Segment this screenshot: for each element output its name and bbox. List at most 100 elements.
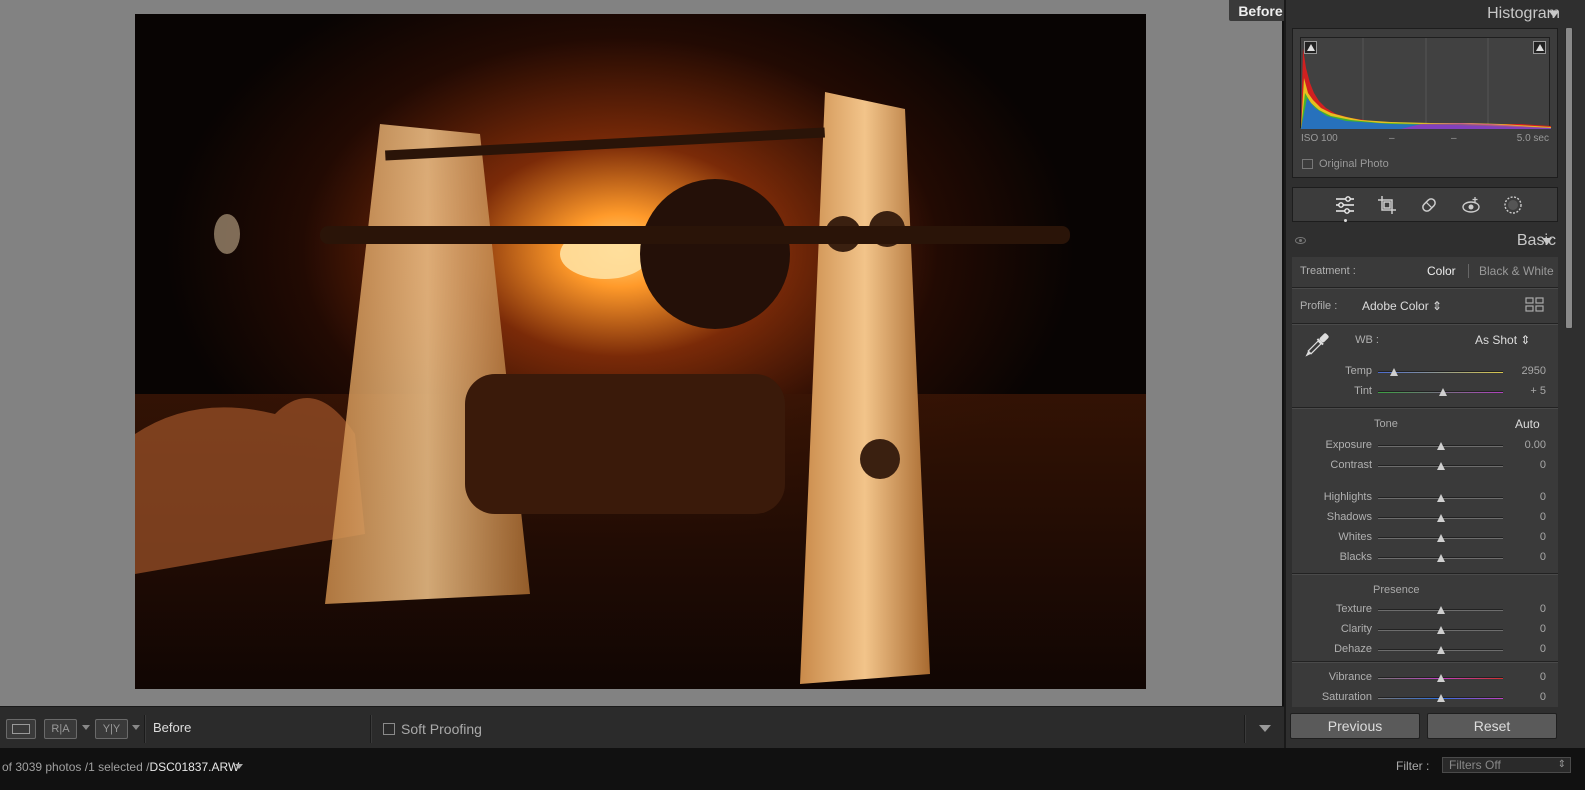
panel-scrollbar[interactable] [1565,28,1573,328]
filmstrip-status-bar: of 3039 photos /1 selected /DSC01837.ARW… [0,748,1585,790]
healing-icon[interactable] [1418,194,1440,216]
filename-menu-chevron-icon[interactable] [235,764,243,769]
contrast-slider[interactable] [1378,462,1503,470]
visibility-eye-icon[interactable] [1295,237,1306,244]
edit-sliders-icon[interactable] [1334,194,1356,216]
highlights-slider-thumb[interactable] [1436,494,1445,502]
divider [1292,661,1558,662]
clarity-slider-thumb[interactable] [1436,626,1445,634]
whites-slider-thumb[interactable] [1436,534,1445,542]
tint-slider[interactable] [1378,388,1503,396]
auto-tone-button[interactable]: Auto [1515,417,1540,431]
chevron-down-icon[interactable] [82,725,90,730]
shadows-value[interactable]: 0 [1506,511,1546,523]
histogram-graph[interactable] [1300,37,1551,129]
wb-label: WB : [1355,334,1379,346]
soft-proofing-checkbox[interactable] [383,723,395,735]
vibrance-value[interactable]: 0 [1506,671,1546,683]
treatment-bw-option[interactable]: Black & White [1479,264,1554,278]
divider [1292,407,1558,408]
profile-browser-icon[interactable] [1525,297,1545,313]
before-after-left-right-button[interactable]: R|A [44,719,77,739]
original-photo-toggle[interactable]: Original Photo [1302,158,1389,170]
previous-button[interactable]: Previous [1290,713,1420,739]
temp-value[interactable]: 2950 [1506,365,1546,377]
contrast-value[interactable]: 0 [1506,459,1546,471]
contrast-label: Contrast [1330,459,1372,471]
texture-value[interactable]: 0 [1506,603,1546,615]
saturation-value[interactable]: 0 [1506,691,1546,703]
saturation-slider-thumb[interactable] [1436,694,1445,702]
select-arrows-icon: ⇕ [1557,759,1566,770]
view-mode-label: Before [153,720,192,735]
loupe-view-button[interactable] [6,719,36,739]
masking-icon[interactable] [1502,194,1524,216]
red-eye-icon[interactable] [1460,194,1482,216]
panel-scrollbar-thumb[interactable] [1566,28,1572,328]
texture-slider[interactable] [1378,606,1503,614]
soft-proofing-toggle[interactable]: Soft Proofing [383,721,482,737]
image-viewport[interactable] [0,0,1282,706]
photo-preview[interactable] [135,14,1146,689]
nav-buttons: Previous Reset [1290,713,1558,741]
dehaze-slider-thumb[interactable] [1436,646,1445,654]
iso-value: ISO 100 [1301,133,1338,144]
exposure-slider[interactable] [1378,442,1503,450]
basic-header[interactable]: Basic [1286,228,1585,254]
blacks-slider[interactable] [1378,554,1503,562]
exposure-value[interactable]: 0.00 [1506,439,1546,451]
texture-slider-thumb[interactable] [1436,606,1445,614]
reset-button[interactable]: Reset [1427,713,1557,739]
collapse-triangle-icon[interactable] [1542,238,1552,245]
tint-slider-thumb[interactable] [1439,388,1447,396]
dehaze-label: Dehaze [1334,643,1372,655]
temp-slider-thumb[interactable] [1390,368,1399,376]
saturation-slider[interactable] [1378,694,1503,702]
soft-proofing-label: Soft Proofing [401,721,482,737]
whites-slider[interactable] [1378,534,1503,542]
blacks-slider-thumb[interactable] [1436,554,1445,562]
filter-select[interactable]: Filters Off ⇕ [1442,757,1571,773]
dehaze-slider[interactable] [1378,646,1503,654]
divider [1292,287,1558,288]
blacks-value[interactable]: 0 [1506,551,1546,563]
shutter-value: 5.0 sec [1516,133,1549,144]
chevron-down-icon[interactable] [132,725,140,730]
original-photo-checkbox[interactable] [1302,159,1313,169]
wb-select[interactable]: As Shot ⇕ [1475,333,1530,347]
before-after-copy-button[interactable]: Y|Y [95,719,128,739]
profile-label: Profile : [1300,300,1338,312]
shadows-label: Shadows [1326,511,1372,523]
clarity-slider[interactable] [1378,626,1503,634]
current-filename[interactable]: DSC01837.ARW [149,760,239,774]
whites-value[interactable]: 0 [1506,531,1546,543]
exposure-slider-thumb[interactable] [1436,442,1445,450]
shadows-slider-thumb[interactable] [1436,514,1445,522]
highlights-value[interactable]: 0 [1506,491,1546,503]
highlights-slider[interactable] [1378,494,1503,502]
divider [370,715,371,743]
divider [1468,264,1469,278]
clarity-value[interactable]: 0 [1506,623,1546,635]
highlight-clipping-icon[interactable] [1533,41,1546,54]
tint-label: Tint [1354,385,1372,397]
profile-select[interactable]: Adobe Color ⇕ [1362,299,1442,313]
vibrance-slider[interactable] [1378,674,1503,682]
treatment-color-option[interactable]: Color [1427,264,1456,278]
blacks-label: Blacks [1339,551,1372,563]
photo-count-status: of 3039 photos /1 selected /DSC01837.ARW [2,760,239,774]
dehaze-value[interactable]: 0 [1506,643,1546,655]
divider [1292,573,1558,574]
divider [1292,323,1558,324]
shadow-clipping-icon[interactable] [1304,41,1317,54]
vibrance-slider-thumb[interactable] [1436,674,1445,682]
temp-slider[interactable] [1378,368,1503,376]
shadows-slider[interactable] [1378,514,1503,522]
crop-icon[interactable] [1376,194,1398,216]
tint-value[interactable]: + 5 [1506,385,1546,397]
photo-count-text: of 3039 photos /1 selected / [2,760,150,774]
contrast-slider-thumb[interactable] [1436,462,1445,470]
collapse-triangle-icon[interactable] [1549,11,1559,18]
aperture-value: – [1451,133,1457,144]
toolbar-options-icon[interactable] [1259,725,1271,732]
